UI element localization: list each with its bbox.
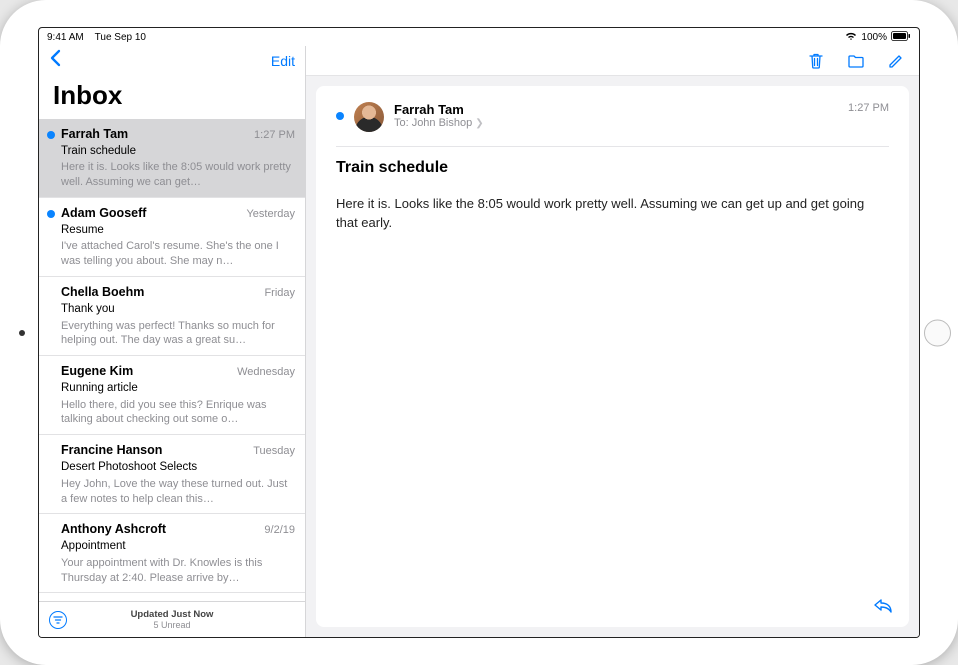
screen: 9:41 AM Tue Sep 10 100% [38, 27, 920, 638]
message-list-pane: Edit Inbox Farrah Tam 1:27 PMTrain schedu… [39, 46, 306, 637]
reader-sender-name: Farrah Tam [394, 102, 838, 117]
status-left: 9:41 AM Tue Sep 10 [47, 32, 146, 43]
message-subject: Train schedule [61, 144, 295, 160]
message-preview: Here it is. Looks like the 8:05 would wo… [61, 160, 295, 190]
inbox-title: Inbox [39, 76, 305, 119]
message-sender: Chella Boehm [61, 284, 144, 301]
message-subject: Appointment [61, 539, 295, 555]
mail-header[interactable]: Farrah Tam To: John Bishop ❯ 1:27 PM [336, 102, 889, 132]
reader-toolbar [306, 46, 919, 76]
status-right: 100% [845, 31, 911, 44]
footer-unread-count: 5 Unread [153, 620, 190, 630]
message-preview: Hello there, did you see this? Enrique w… [61, 398, 295, 428]
message-subject: Running article [61, 381, 295, 397]
message-date: Friday [264, 286, 295, 301]
header-text: Farrah Tam To: John Bishop ❯ [394, 102, 838, 129]
message-preview: Your appointment with Dr. Knowles is thi… [61, 556, 295, 586]
to-name: John Bishop [412, 117, 473, 129]
battery-percent: 100% [861, 32, 887, 43]
reader-pane: Farrah Tam To: John Bishop ❯ 1:27 PM Tra… [306, 46, 919, 637]
footer-status: Updated Just Now [131, 609, 214, 620]
message-sender: Anthony Ashcroft [61, 521, 166, 538]
mail-subject: Train schedule [336, 159, 889, 177]
message-date: Tuesday [253, 444, 295, 459]
message-date: 1:27 PM [254, 128, 295, 143]
reply-icon[interactable] [873, 595, 893, 615]
message-item[interactable]: Eugene Kim WednesdayRunning articleHello … [39, 356, 305, 435]
message-item[interactable]: Chella Boehm FridayThank youEverything wa… [39, 277, 305, 356]
sidebar-nav: Edit [39, 46, 305, 76]
message-preview: I've attached Carol's resume. She's the … [61, 239, 295, 269]
mail-body-text: Here it is. Looks like the 8:05 would wo… [336, 195, 889, 233]
battery-icon [891, 31, 911, 44]
message-subject: Thank you [61, 302, 295, 318]
message-date: 9/2/19 [264, 523, 295, 538]
mail-app: Edit Inbox Farrah Tam1:27 PMTrain schedu… [39, 46, 919, 637]
message-subject: Desert Photoshoot Selects [61, 460, 295, 476]
message-sender: Adam Gooseff [61, 205, 146, 222]
unread-dot-icon [336, 112, 344, 120]
status-bar: 9:41 AM Tue Sep 10 100% [39, 28, 919, 46]
message-item[interactable]: Adam Gooseff YesterdayResumeI've attached… [39, 198, 305, 277]
message-subject: Resume [61, 223, 295, 239]
edit-button[interactable]: Edit [271, 53, 295, 69]
back-button[interactable] [49, 49, 62, 73]
camera-dot [19, 330, 25, 336]
messages-list[interactable]: Farrah Tam 1:27 PMTrain scheduleHere it i… [39, 119, 305, 601]
chevron-right-icon: ❯ [475, 118, 483, 129]
sender-avatar[interactable] [354, 102, 384, 132]
message-item[interactable]: Anthony Ashcroft 9/2/19AppointmentYour ap… [39, 514, 305, 593]
compose-icon[interactable] [887, 52, 905, 70]
reader-body: Farrah Tam To: John Bishop ❯ 1:27 PM Tra… [316, 86, 909, 627]
message-item[interactable]: Francine Hanson TuesdayDesert Photoshoot … [39, 435, 305, 514]
message-preview: Everything was perfect! Thanks so much f… [61, 319, 295, 349]
move-folder-icon[interactable] [847, 52, 865, 70]
ipad-device-frame: 9:41 AM Tue Sep 10 100% [0, 0, 958, 665]
mail-time: 1:27 PM [848, 102, 889, 114]
status-date: Tue Sep 10 [95, 32, 146, 43]
recipient-line[interactable]: To: John Bishop ❯ [394, 117, 838, 129]
trash-icon[interactable] [807, 52, 825, 70]
home-button[interactable] [924, 319, 951, 346]
message-item[interactable]: Christina Ahmed8/30/19Saturday HikeHello… [39, 593, 305, 601]
sidebar-footer: Updated Just Now 5 Unread [39, 601, 305, 637]
filter-icon[interactable] [49, 611, 67, 629]
message-date: Yesterday [246, 207, 295, 222]
to-label: To: [394, 117, 409, 129]
message-sender: Francine Hanson [61, 442, 162, 459]
message-sender: Farrah Tam [61, 126, 128, 143]
message-sender: Eugene Kim [61, 363, 133, 380]
status-time: 9:41 AM [47, 32, 84, 43]
message-date: Wednesday [237, 365, 295, 380]
message-preview: Hey John, Love the way these turned out.… [61, 477, 295, 507]
message-item[interactable]: Farrah Tam 1:27 PMTrain scheduleHere it i… [39, 119, 305, 198]
divider [336, 146, 889, 147]
wifi-icon [845, 31, 857, 44]
